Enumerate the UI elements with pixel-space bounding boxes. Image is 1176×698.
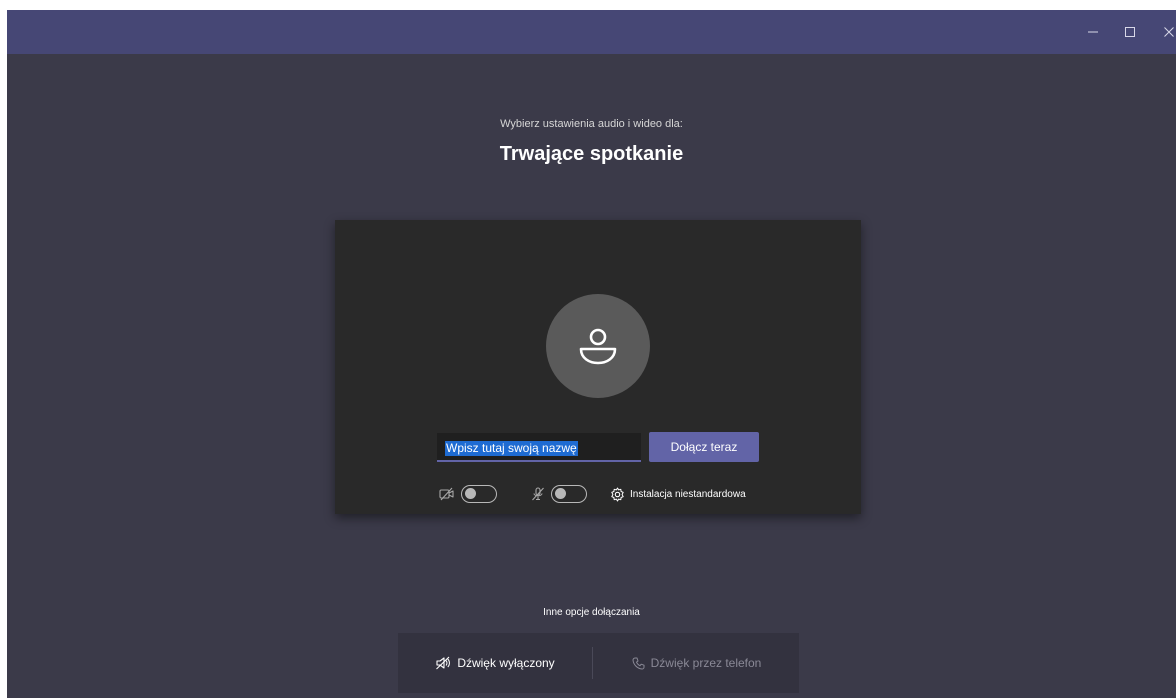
phone-audio-label: Dźwięk przez telefon xyxy=(650,656,762,670)
other-join-options-label: Inne opcje dołączania xyxy=(543,607,640,618)
custom-setup-link[interactable]: Instalacja niestandardowa xyxy=(610,484,746,504)
minimize-icon xyxy=(1088,31,1098,33)
close-icon xyxy=(1164,27,1174,37)
microphone-toggle[interactable] xyxy=(551,485,587,503)
meeting-title: Trwające spotkanie xyxy=(499,143,684,165)
close-button[interactable] xyxy=(1157,20,1176,44)
title-bar xyxy=(7,10,1176,54)
camera-toggle[interactable] xyxy=(461,485,497,503)
camera-off-icon xyxy=(439,487,454,501)
camera-control xyxy=(439,484,497,504)
join-now-button[interactable]: Dołącz teraz xyxy=(649,432,759,462)
video-preview-panel: Wpisz tutaj swoją nazwę Dołącz teraz xyxy=(335,220,861,514)
options-divider xyxy=(592,647,593,679)
avatar xyxy=(546,294,650,398)
teams-app-window: Wybierz ustawienia audio i wideo dla: Tr… xyxy=(7,10,1176,698)
gear-icon xyxy=(611,487,624,501)
phone-audio-option[interactable]: Dźwięk przez telefon xyxy=(594,633,799,693)
name-input[interactable] xyxy=(437,433,641,462)
camera-toggle-knob xyxy=(465,488,476,499)
maximize-icon xyxy=(1125,27,1135,37)
minimize-button[interactable] xyxy=(1081,20,1105,44)
microphone-toggle-knob xyxy=(555,488,566,499)
maximize-button[interactable] xyxy=(1118,20,1142,44)
audio-off-option[interactable]: Dźwięk wyłączony xyxy=(398,633,592,693)
custom-setup-label: Instalacja niestandardowa xyxy=(630,488,746,500)
person-icon xyxy=(579,328,617,365)
audio-off-label: Dźwięk wyłączony xyxy=(457,656,555,670)
other-join-options-bar: Dźwięk wyłączony Dźwięk przez telefon xyxy=(398,633,799,693)
mic-off-icon xyxy=(532,487,544,501)
page-subtitle: Wybierz ustawienia audio i wideo dla: xyxy=(500,118,683,130)
phone-icon xyxy=(632,657,645,669)
microphone-control xyxy=(531,484,587,504)
speaker-off-icon xyxy=(436,656,451,670)
